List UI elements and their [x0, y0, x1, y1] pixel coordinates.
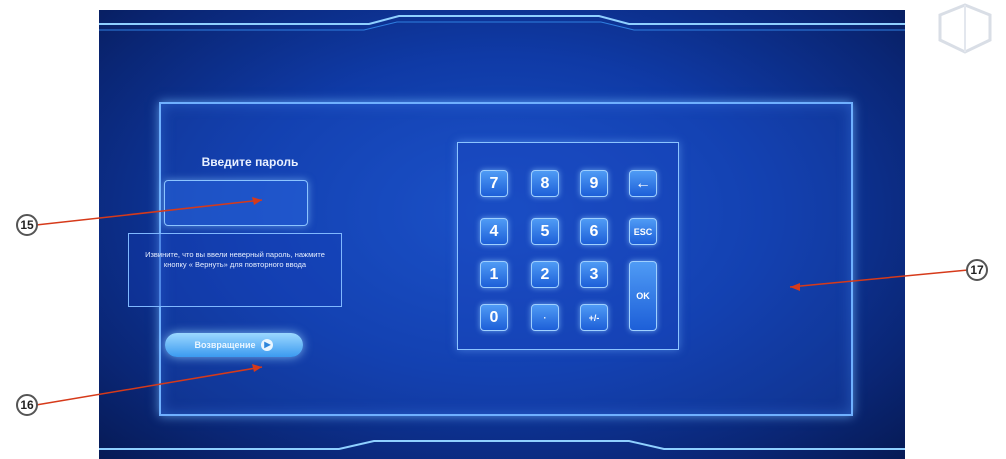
callout-17: 17 [966, 259, 988, 281]
callout-16: 16 [16, 394, 38, 416]
callout-15: 15 [16, 214, 38, 236]
callout-lines [35, 197, 969, 406]
corner-decoration [938, 3, 992, 54]
